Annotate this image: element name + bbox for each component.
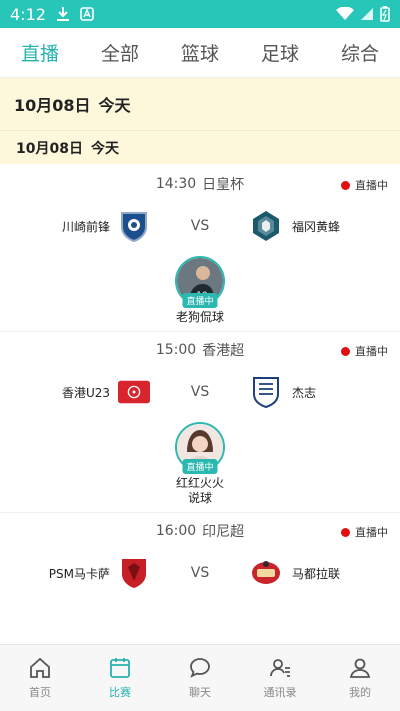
streamer-live-tag: 直播中 (182, 459, 218, 474)
match-list[interactable]: 14:30 日皇杯 直播中 川崎前锋 VS 福冈黄蜂 直播中 老狗侃球 15:0… (0, 166, 400, 644)
nav-contacts[interactable]: 通讯录 (240, 645, 320, 711)
kawasaki-frontale-logo-icon (118, 210, 150, 242)
live-dot-icon (341, 346, 350, 356)
live-dot-icon (341, 527, 350, 537)
nav-profile[interactable]: 我的 (320, 645, 400, 711)
live-label: 直播中 (355, 345, 388, 358)
date-banner-date: 10月08日 (14, 96, 91, 115)
kitchee-logo-icon (250, 376, 282, 408)
nav-home-label: 首页 (29, 686, 51, 699)
streamer-name: 红红火火说球 (175, 476, 224, 505)
date-banner-day: 今天 (98, 96, 131, 115)
home-team-name: PSM马卡萨 (48, 566, 110, 581)
category-tabs: 直播 全部 篮球 足球 综合 (0, 28, 400, 78)
streamer-name: 老狗侃球 (175, 310, 224, 324)
profile-icon (349, 658, 371, 678)
chat-icon (190, 658, 210, 678)
nav-chat[interactable]: 聊天 (160, 645, 240, 711)
nav-home[interactable]: 首页 (0, 645, 80, 711)
signal-icon (361, 8, 373, 20)
match-time: 16:00 (155, 523, 197, 539)
date-banner: 10月08日 今天 (0, 78, 400, 130)
nav-chat-label: 聊天 (189, 686, 211, 699)
live-indicator: 直播中 (341, 177, 388, 193)
home-team-name: 香港U23 (61, 385, 110, 400)
away-team-name: 马都拉联 (292, 566, 341, 581)
versus-label: VS (190, 565, 210, 581)
calendar-icon (110, 658, 130, 678)
versus-label: VS (190, 218, 210, 234)
date-section-day: 今天 (90, 140, 119, 157)
bottom-navigation: 首页 比赛 聊天 通讯录 我的 (0, 644, 400, 711)
match-league: 印尼超 (202, 524, 245, 540)
match-time: 15:00 (155, 342, 197, 358)
madura-united-logo-icon (250, 557, 282, 589)
tab-football[interactable]: 足球 (240, 39, 320, 66)
tab-live[interactable]: 直播 (0, 39, 80, 66)
date-section-date: 10月08日 (16, 140, 83, 157)
match-league: 日皇杯 (202, 177, 245, 193)
home-icon (30, 657, 50, 678)
psm-makassar-logo-icon (118, 557, 150, 589)
streamer-card[interactable]: 10 直播中 老狗侃球 (0, 250, 400, 331)
away-team-name: 福冈黄蜂 (292, 219, 341, 234)
away-team-name: 杰志 (292, 385, 317, 400)
live-label: 直播中 (355, 526, 388, 539)
nav-matches-label: 比赛 (109, 686, 131, 699)
download-icon (56, 7, 69, 21)
app-notification-icon (80, 7, 94, 21)
contacts-icon (270, 659, 290, 677)
nav-matches[interactable]: 比赛 (80, 645, 160, 711)
home-team-name: 川崎前锋 (61, 219, 110, 234)
match-card[interactable]: 16:00 印尼超 直播中 PSM马卡萨 VS 马都拉联 (0, 513, 400, 597)
match-card[interactable]: 15:00 香港超 直播中 香港U23 VS 杰志 直播中 红红火火说球 (0, 332, 400, 513)
streamer-card[interactable]: 直播中 红红火火说球 (0, 416, 400, 512)
match-league: 香港超 (202, 343, 245, 359)
tab-all[interactable]: 全部 (80, 39, 160, 66)
status-bar: 4:12 (0, 0, 400, 28)
hong-kong-flag-icon (118, 376, 150, 408)
date-section-header: 10月08日 今天 (0, 130, 400, 164)
nav-contacts-label: 通讯录 (263, 686, 297, 699)
status-time: 4:12 (10, 4, 46, 24)
live-label: 直播中 (355, 179, 388, 192)
live-indicator: 直播中 (341, 524, 388, 540)
match-card[interactable]: 14:30 日皇杯 直播中 川崎前锋 VS 福冈黄蜂 直播中 老狗侃球 (0, 166, 400, 332)
tab-basketball[interactable]: 篮球 (160, 39, 240, 66)
streamer-live-tag: 直播中 (182, 293, 218, 308)
live-dot-icon (341, 180, 350, 190)
nav-profile-label: 我的 (349, 686, 371, 699)
battery-icon (380, 6, 390, 22)
versus-label: VS (190, 384, 210, 400)
avispa-fukuoka-logo-icon (250, 210, 282, 242)
live-indicator: 直播中 (341, 343, 388, 359)
match-time: 14:30 (155, 176, 197, 192)
tab-comprehensive[interactable]: 综合 (320, 39, 400, 66)
wifi-icon (336, 7, 354, 20)
